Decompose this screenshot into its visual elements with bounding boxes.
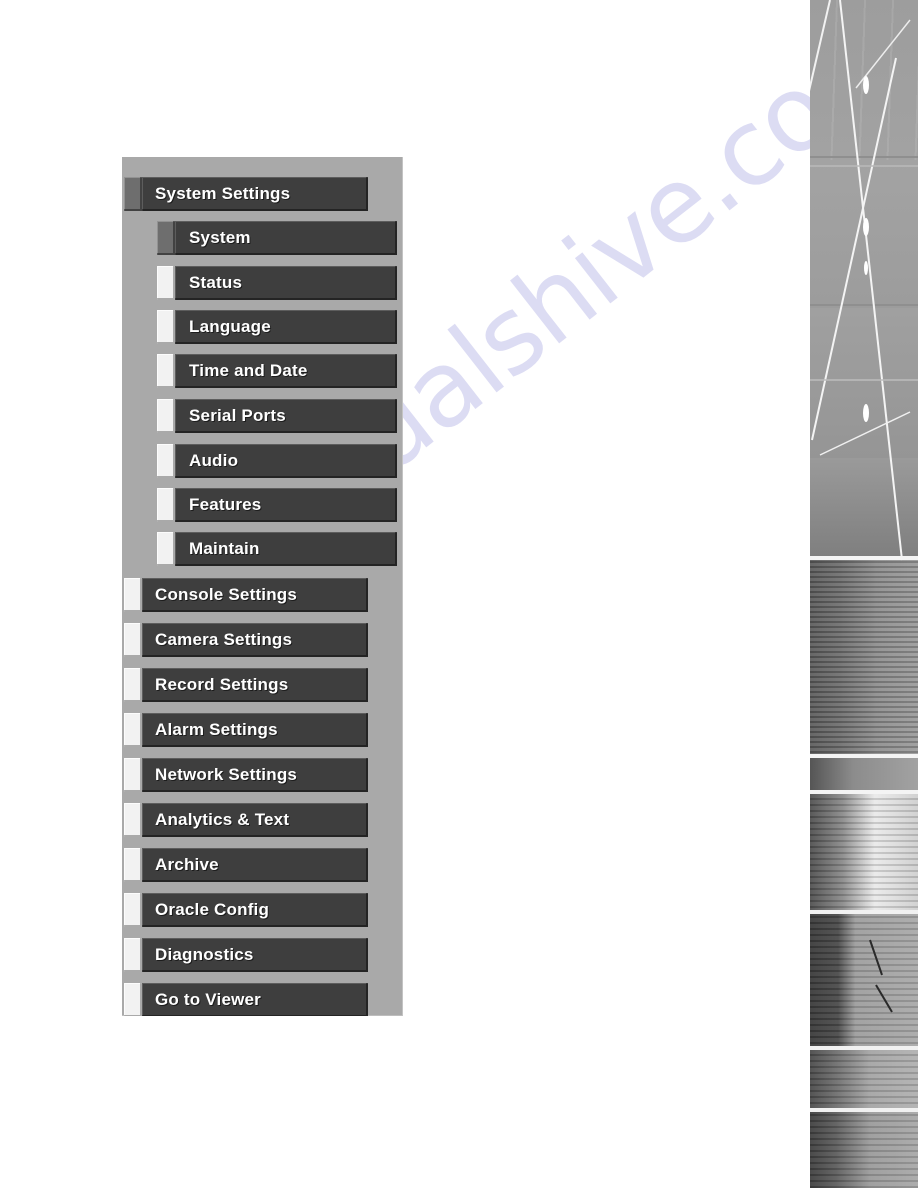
sidebar-item-label: Record Settings (142, 668, 368, 702)
sidebar-item-label: Analytics & Text (142, 803, 368, 837)
sidebar-item-label: Alarm Settings (142, 713, 368, 747)
selection-tab-icon (124, 623, 142, 657)
sidebar-item-language[interactable]: Language (157, 310, 397, 344)
selection-tab-icon (124, 578, 142, 612)
sidebar-item-audio[interactable]: Audio (157, 444, 397, 478)
sidebar-item-record-settings[interactable]: Record Settings (124, 668, 368, 702)
sidebar-item-console-settings[interactable]: Console Settings (124, 578, 368, 612)
sidebar-item-label: Diagnostics (142, 938, 368, 972)
sidebar-item-time-and-date[interactable]: Time and Date (157, 354, 397, 388)
sidebar-item-label: Oracle Config (142, 893, 368, 927)
selection-tab-icon (157, 221, 175, 255)
sidebar-item-go-to-viewer[interactable]: Go to Viewer (124, 983, 368, 1016)
selection-tab-icon (124, 177, 142, 211)
sidebar-item-label: Language (175, 310, 397, 344)
sidebar-item-label: Serial Ports (175, 399, 397, 433)
sidebar-item-label: Camera Settings (142, 623, 368, 657)
selection-tab-icon (124, 893, 142, 927)
sidebar-item-label: Time and Date (175, 354, 397, 388)
selection-tab-icon (157, 399, 175, 433)
scan-scratch-lines-icon (810, 0, 918, 1013)
sidebar-item-system[interactable]: System (157, 221, 397, 255)
system-settings-menu-panel: System Settings System Status Language T… (122, 157, 403, 1016)
sidebar-item-archive[interactable]: Archive (124, 848, 368, 882)
sidebar-item-label: Archive (142, 848, 368, 882)
sidebar-item-alarm-settings[interactable]: Alarm Settings (124, 713, 368, 747)
selection-tab-icon (124, 803, 142, 837)
sidebar-item-label: Network Settings (142, 758, 368, 792)
sidebar-item-label: Audio (175, 444, 397, 478)
sidebar-item-diagnostics[interactable]: Diagnostics (124, 938, 368, 972)
selection-tab-icon (157, 444, 175, 478)
sidebar-item-label: Features (175, 488, 397, 522)
selection-tab-icon (124, 668, 142, 702)
sidebar-item-camera-settings[interactable]: Camera Settings (124, 623, 368, 657)
sidebar-item-label: Status (175, 266, 397, 300)
sidebar-item-oracle-config[interactable]: Oracle Config (124, 893, 368, 927)
selection-tab-icon (124, 758, 142, 792)
selection-tab-icon (157, 266, 175, 300)
selection-tab-icon (157, 354, 175, 388)
sidebar-item-serial-ports[interactable]: Serial Ports (157, 399, 397, 433)
sidebar-item-analytics-and-text[interactable]: Analytics & Text (124, 803, 368, 837)
selection-tab-icon (157, 488, 175, 522)
sidebar-item-status[interactable]: Status (157, 266, 397, 300)
sidebar-item-label: System (175, 221, 397, 255)
sidebar-item-features[interactable]: Features (157, 488, 397, 522)
sidebar-item-network-settings[interactable]: Network Settings (124, 758, 368, 792)
selection-tab-icon (124, 938, 142, 972)
selection-tab-icon (124, 713, 142, 747)
sidebar-item-label: Console Settings (142, 578, 368, 612)
menu-header-system-settings[interactable]: System Settings (124, 177, 368, 211)
selection-tab-icon (124, 848, 142, 882)
selection-tab-icon (157, 310, 175, 344)
sidebar-item-maintain[interactable]: Maintain (157, 532, 397, 566)
menu-header-label: System Settings (142, 177, 368, 211)
scanned-page-edge-strip (810, 0, 918, 1188)
selection-tab-icon (157, 532, 175, 566)
sidebar-item-label: Maintain (175, 532, 397, 566)
sidebar-item-label: Go to Viewer (142, 983, 368, 1016)
selection-tab-icon (124, 983, 142, 1016)
